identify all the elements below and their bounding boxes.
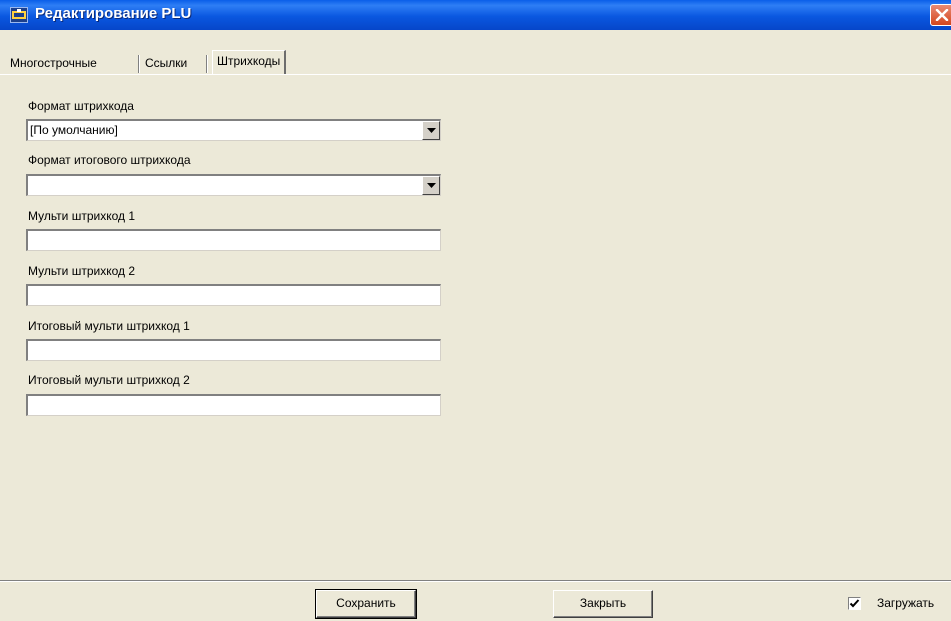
title-bar[interactable]: Редактирование PLU	[0, 0, 951, 30]
total-multi-barcode-1-input[interactable]	[26, 339, 441, 361]
total-multi-barcode-2-input[interactable]	[26, 394, 441, 416]
close-icon	[935, 9, 949, 21]
window-title: Редактирование PLU	[35, 5, 192, 22]
close-button[interactable]: Закрыть	[553, 590, 653, 618]
chevron-down-icon	[427, 183, 436, 188]
barcode-format-dropdown-button[interactable]	[422, 121, 440, 140]
barcode-format-value: [По умолчанию]	[30, 123, 118, 137]
close-window-button[interactable]	[930, 4, 951, 26]
checkmark-icon	[849, 599, 860, 608]
total-multi-barcode-2-label: Итоговый мульти штрихкод 2	[28, 373, 190, 387]
tab-barcodes[interactable]: Штрихкоды	[212, 50, 287, 75]
tab-separator	[206, 55, 207, 73]
load-checkbox-label[interactable]: Загружать	[877, 596, 934, 610]
chevron-down-icon	[427, 128, 436, 133]
total-barcode-format-dropdown-button[interactable]	[422, 176, 440, 195]
total-barcode-format-select[interactable]	[26, 174, 441, 196]
tab-separator	[138, 55, 139, 73]
total-barcode-format-label: Формат итогового штрихкода	[28, 153, 191, 167]
multi-barcode-2-label: Мульти штрихкод 2	[28, 264, 136, 278]
save-button[interactable]: Сохранить	[315, 589, 417, 619]
barcode-format-label: Формат штрихкода	[28, 99, 134, 113]
footer-divider-highlight	[0, 581, 951, 582]
multi-barcode-2-input[interactable]	[26, 284, 441, 306]
barcode-format-select[interactable]: [По умолчанию]	[26, 119, 441, 141]
multi-barcode-1-input[interactable]	[26, 229, 441, 251]
total-multi-barcode-1-label: Итоговый мульти штрихкод 1	[28, 319, 190, 333]
tab-links[interactable]: Ссылки	[141, 53, 191, 75]
app-icon	[10, 7, 28, 23]
load-checkbox[interactable]	[848, 597, 861, 610]
tab-page-border	[0, 74, 951, 75]
tab-multiline[interactable]: Многострочные	[6, 53, 101, 75]
multi-barcode-1-label: Мульти штрихкод 1	[28, 209, 136, 223]
